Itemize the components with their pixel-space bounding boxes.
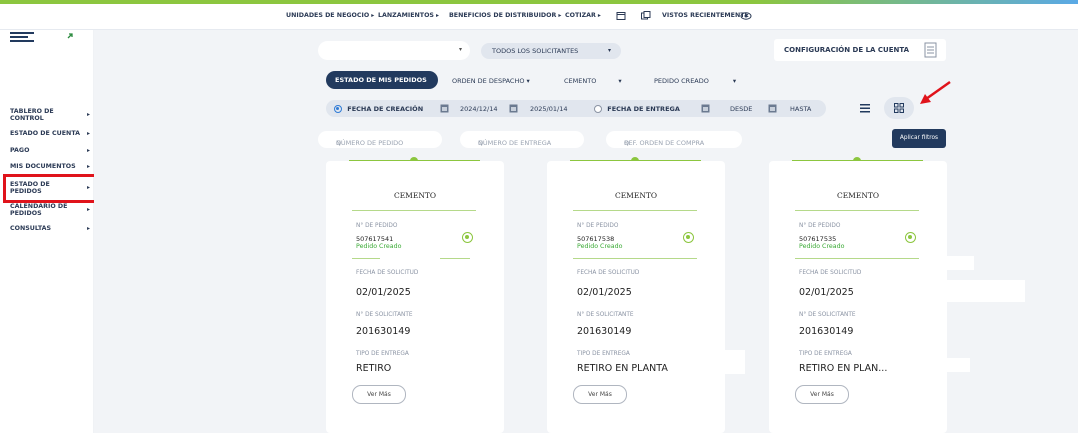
card-divider xyxy=(795,258,919,259)
pedido-number: 507617538 xyxy=(577,235,615,243)
highlight-box xyxy=(3,174,107,203)
pedido-label: N° DE PEDIDO xyxy=(799,223,841,229)
nav-launches[interactable]: LANZAMIENTOS ▸ xyxy=(378,12,439,19)
calendar-icon[interactable] xyxy=(616,11,626,21)
sidebar-item-estado-cuenta[interactable]: ESTADO DE CUENTA ▸ xyxy=(10,130,92,138)
recent-views-icon[interactable] xyxy=(641,11,651,21)
fecha-from-value[interactable]: 2024/12/14 xyxy=(460,105,497,113)
hasta-label[interactable]: HASTA xyxy=(790,105,811,113)
card-divider xyxy=(573,258,697,259)
redaction-patch xyxy=(944,256,974,270)
redaction-patch xyxy=(725,350,745,374)
solicitante-value: 201630149 xyxy=(799,326,854,337)
fecha-value: 02/01/2025 xyxy=(799,287,854,298)
sidebar: TABLERO DE CONTROL ▸ ESTADO DE CUENTA ▸ PA… xyxy=(0,30,94,433)
red-arrow-annotation xyxy=(920,80,951,104)
sidebar-item-consultas[interactable]: CONSULTAS ▸ xyxy=(10,225,92,233)
document-icon xyxy=(924,42,937,58)
card-divider xyxy=(795,210,919,211)
solicitante-label: N° DE SOLICITANTE xyxy=(799,312,856,318)
order-card: CEMENTO N° DE PEDIDO 507617541 Pedido Cr… xyxy=(326,157,504,433)
solicitante-value: 201630149 xyxy=(356,326,411,337)
fecha-value: 02/01/2025 xyxy=(356,287,411,298)
fecha-creacion-radio[interactable]: FECHA DE CREACIÓN xyxy=(334,105,423,113)
tipo-label: TIPO DE ENTREGA xyxy=(799,351,852,357)
card-divider xyxy=(440,258,470,259)
collapse-icon[interactable] xyxy=(65,31,75,41)
fecha-label: FECHA DE SOLICITUD xyxy=(799,270,862,276)
sidebar-item-documentos[interactable]: MIS DOCUMENTOS ▸ xyxy=(10,163,92,171)
card-divider xyxy=(352,210,476,211)
tipo-value: RETIRO xyxy=(356,363,392,374)
card-divider xyxy=(352,258,380,259)
pedido-status: Pedido Creado xyxy=(577,243,623,250)
ver-mas-button[interactable]: Ver Más xyxy=(573,385,627,404)
order-card: CEMENTO N° DE PEDIDO 507617535 Pedido Cr… xyxy=(769,157,947,433)
sidebar-item-tablero[interactable]: TABLERO DE CONTROL ▸ xyxy=(10,108,92,122)
status-dot-icon xyxy=(683,232,694,243)
solicitante-value: 201630149 xyxy=(577,326,632,337)
ver-mas-button[interactable]: Ver Más xyxy=(795,385,849,404)
tipo-label: TIPO DE ENTREGA xyxy=(356,351,409,357)
redaction-patch xyxy=(944,280,1025,302)
account-config-button[interactable]: CONFIGURACIÓN DE LA CUENTA xyxy=(774,39,946,61)
card-title: CEMENTO xyxy=(393,191,437,200)
top-navigation: UNIDADES DE NEGOCIO ▸ LANZAMIENTOS ▸ BENEF… xyxy=(0,4,1078,30)
nav-quote[interactable]: COTIZAR ▸ xyxy=(565,12,601,19)
fecha-label: FECHA DE SOLICITUD xyxy=(577,270,640,276)
fecha-to-value[interactable]: 2025/01/14 xyxy=(530,105,567,113)
card-top-dot xyxy=(631,157,639,161)
solicitante-label: N° DE SOLICITANTE xyxy=(577,312,634,318)
card-title: CEMENTO xyxy=(614,191,658,200)
solicitantes-select[interactable]: TODOS LOS SOLICITANTES ▾ xyxy=(481,43,621,59)
main-content: ▾ TODOS LOS SOLICITANTES ▾ CONFIGURACIÓN… xyxy=(94,30,1078,433)
eye-icon[interactable] xyxy=(740,11,752,21)
grid-view-button[interactable] xyxy=(884,97,914,119)
redaction-patch xyxy=(944,358,970,372)
apply-filters-button[interactable]: Aplicar filtros xyxy=(892,129,946,148)
calendar-hasta-icon[interactable] xyxy=(768,104,777,113)
calendar-from-icon[interactable] xyxy=(440,104,449,113)
search-entrega-input[interactable]: Q NÚMERO DE ENTREGA xyxy=(460,131,584,148)
fecha-entrega-radio[interactable]: FECHA DE ENTREGA xyxy=(594,105,680,113)
tipo-value: RETIRO EN PLANTA xyxy=(577,363,668,374)
pedido-status: Pedido Creado xyxy=(356,243,402,250)
sidebar-item-pago[interactable]: PAGO ▸ xyxy=(10,147,92,155)
tipo-value: RETIRO EN PLAN... xyxy=(799,363,888,374)
status-dot-icon xyxy=(462,232,473,243)
ver-mas-button[interactable]: Ver Más xyxy=(352,385,406,404)
hamburger-menu-icon[interactable] xyxy=(10,30,38,44)
desde-label[interactable]: DESDE xyxy=(730,105,752,113)
fecha-label: FECHA DE SOLICITUD xyxy=(356,270,419,276)
search-orden-compra-input[interactable]: Q REF. ORDEN DE COMPRA xyxy=(606,131,742,148)
grid-view-icon xyxy=(894,103,904,113)
calendar-desde-icon[interactable] xyxy=(701,104,710,113)
company-select[interactable]: ▾ xyxy=(318,41,470,60)
pedido-label: N° DE PEDIDO xyxy=(356,223,398,229)
card-top-dot xyxy=(853,157,861,161)
cemento-dropdown[interactable]: CEMENTO ▾ xyxy=(564,77,622,85)
calendar-to-icon[interactable] xyxy=(509,104,518,113)
estado-pedidos-tab[interactable]: ESTADO DE MIS PEDIDOS xyxy=(326,71,438,89)
pedido-number: 507617541 xyxy=(356,235,394,243)
nav-recent[interactable]: VISTOS RECIENTEMENTE xyxy=(662,12,749,19)
fecha-value: 02/01/2025 xyxy=(577,287,632,298)
pedido-number: 507617535 xyxy=(799,235,837,243)
sidebar-item-calendario[interactable]: CALENDARIO DE PEDIDOS ▸ xyxy=(10,203,92,217)
pedido-label: N° DE PEDIDO xyxy=(577,223,619,229)
tipo-label: TIPO DE ENTREGA xyxy=(577,351,630,357)
solicitante-label: N° DE SOLICITANTE xyxy=(356,312,413,318)
status-dot-icon xyxy=(905,232,916,243)
list-view-icon[interactable] xyxy=(860,104,870,113)
card-title: CEMENTO xyxy=(836,191,880,200)
card-divider xyxy=(573,210,697,211)
pedido-creado-dropdown[interactable]: PEDIDO CREADO ▾ xyxy=(654,77,736,85)
nav-benefits[interactable]: BENEFICIOS DE DISTRIBUIDOR ▸ xyxy=(449,12,561,19)
nav-units[interactable]: UNIDADES DE NEGOCIO ▸ xyxy=(286,12,374,19)
order-card: CEMENTO N° DE PEDIDO 507617538 Pedido Cr… xyxy=(547,157,725,433)
search-pedido-input[interactable]: Q NÚMERO DE PEDIDO xyxy=(318,131,442,148)
orden-despacho-dropdown[interactable]: ORDEN DE DESPACHO ▾ xyxy=(452,77,530,85)
card-top-dot xyxy=(410,157,418,161)
pedido-status: Pedido Creado xyxy=(799,243,845,250)
